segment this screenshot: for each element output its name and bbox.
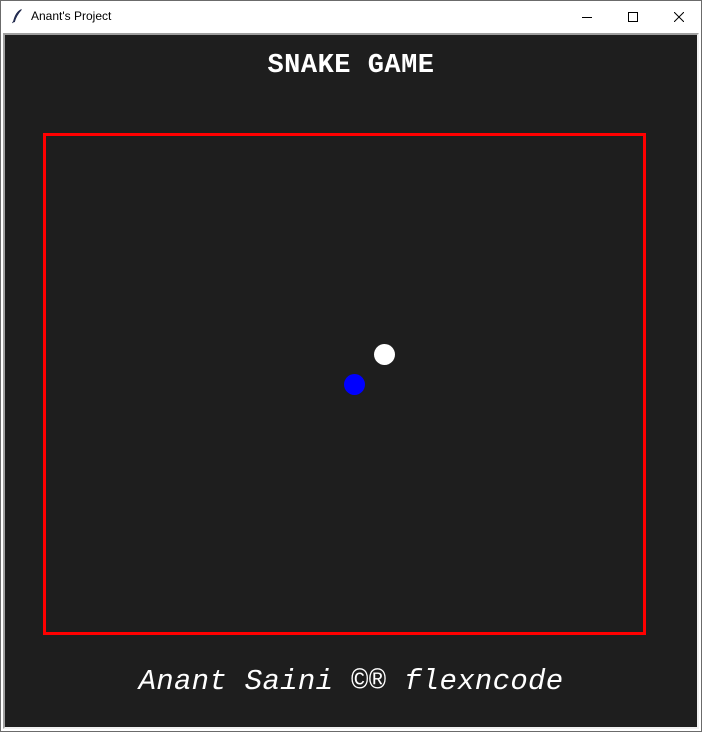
maximize-icon	[628, 7, 638, 26]
snake-head	[344, 374, 365, 395]
close-button[interactable]	[656, 1, 702, 31]
app-window: Anant's Project SNAKE GAME Anant Saini ©…	[0, 0, 702, 732]
close-icon	[673, 7, 685, 26]
window-title: Anant's Project	[31, 9, 112, 23]
game-board	[43, 133, 646, 635]
minimize-icon	[582, 7, 592, 26]
maximize-button[interactable]	[610, 1, 656, 31]
game-title: SNAKE GAME	[267, 51, 435, 81]
food-dot	[374, 344, 395, 365]
game-canvas[interactable]: SNAKE GAME Anant Saini ©® flexncode	[3, 33, 699, 729]
minimize-button[interactable]	[564, 1, 610, 31]
credits-text: Anant Saini ©® flexncode	[138, 665, 564, 698]
title-bar[interactable]: Anant's Project	[1, 1, 701, 31]
feather-icon	[9, 8, 25, 24]
